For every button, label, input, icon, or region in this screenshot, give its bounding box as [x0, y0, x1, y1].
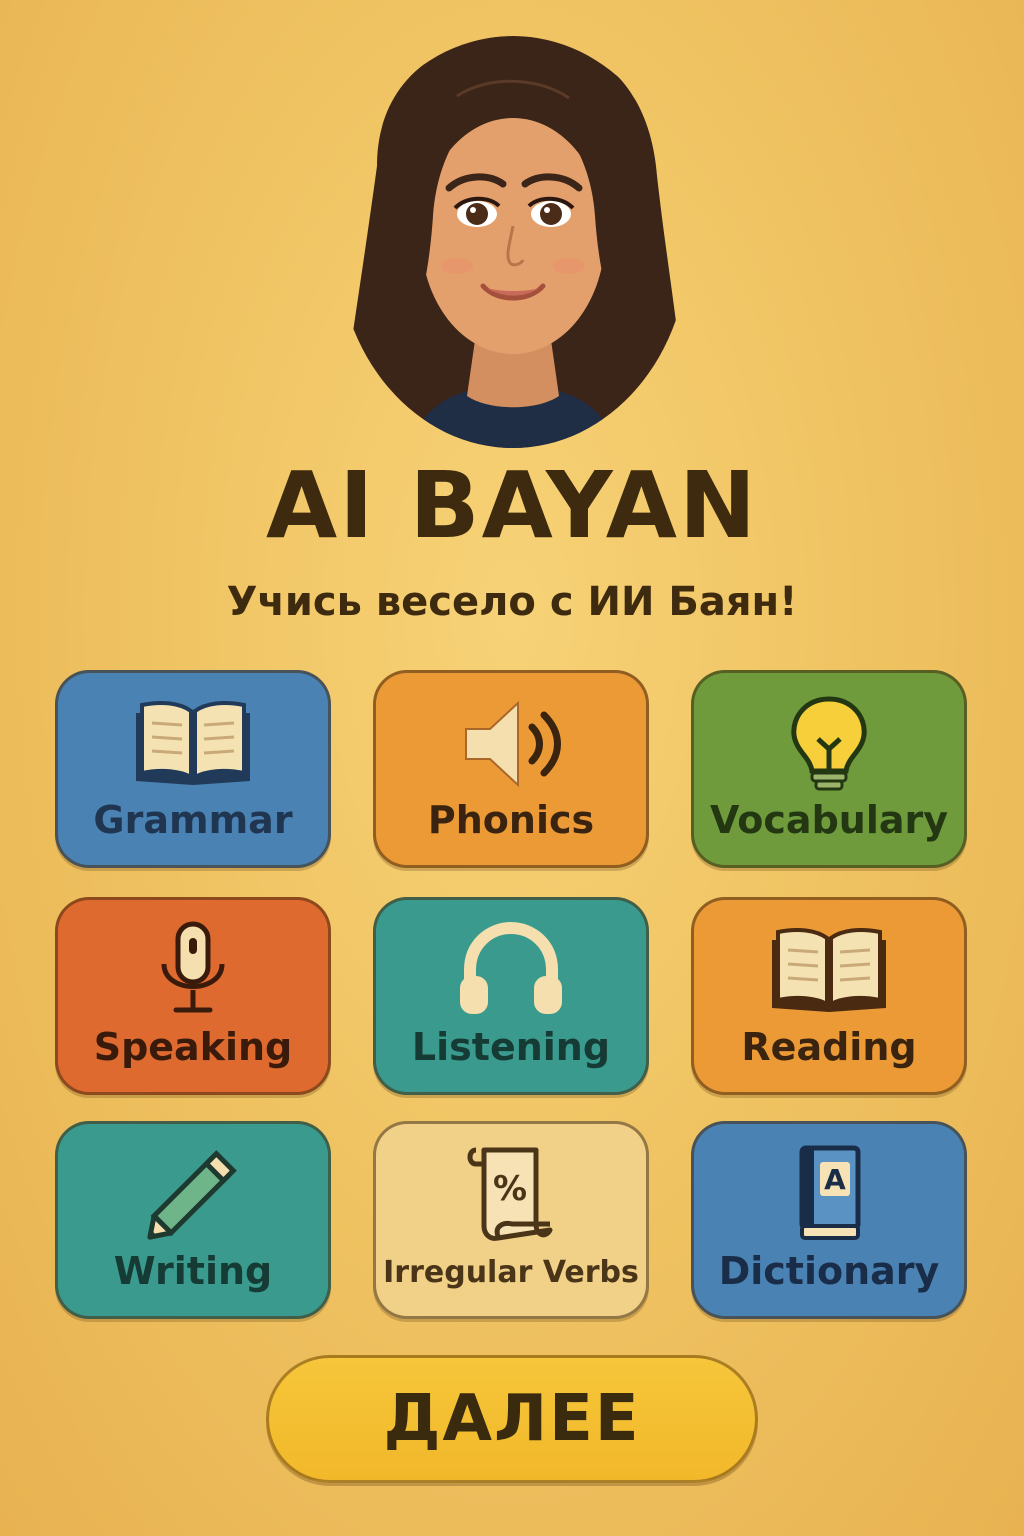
- open-book-icon: [764, 920, 894, 1020]
- tile-label: Phonics: [427, 798, 595, 842]
- tile-listening[interactable]: Listening: [373, 897, 649, 1095]
- tile-writing[interactable]: Writing: [55, 1121, 331, 1319]
- tile-grammar[interactable]: Grammar: [55, 670, 331, 868]
- tile-label: Irregular Verbs: [383, 1255, 639, 1290]
- tile-label: Listening: [411, 1025, 611, 1069]
- open-book-icon: [128, 693, 258, 793]
- lightbulb-icon: [764, 693, 894, 793]
- speaker-icon: [446, 693, 576, 793]
- app-title: AI BAYAN: [266, 452, 758, 559]
- app-screen: AI BAYAN Учись весело с ИИ Баян! Grammar: [0, 0, 1024, 1536]
- next-button[interactable]: ДАЛЕЕ: [266, 1355, 758, 1483]
- tile-irregular-verbs[interactable]: % Irregular Verbs: [373, 1121, 649, 1319]
- tile-label: Dictionary: [718, 1249, 940, 1293]
- tile-vocabulary[interactable]: Vocabulary: [691, 670, 967, 868]
- tile-reading[interactable]: Reading: [691, 897, 967, 1095]
- tile-phonics[interactable]: Phonics: [373, 670, 649, 868]
- tile-label: Reading: [741, 1025, 917, 1069]
- microphone-icon: [128, 920, 258, 1020]
- avatar: [337, 36, 689, 448]
- dictionary-book-icon: A: [764, 1144, 894, 1244]
- headphones-icon: [446, 920, 576, 1020]
- pencil-icon: [128, 1144, 258, 1244]
- scroll-percent-icon: %: [446, 1144, 576, 1244]
- scroll-symbol: %: [493, 1169, 527, 1209]
- tile-dictionary[interactable]: A Dictionary: [691, 1121, 967, 1319]
- tile-label: Writing: [113, 1249, 273, 1293]
- app-subtitle: Учись весело с ИИ Баян!: [226, 579, 798, 625]
- tile-label: Speaking: [93, 1025, 293, 1069]
- tile-label: Grammar: [93, 798, 293, 842]
- dictionary-letter: A: [824, 1163, 846, 1196]
- tile-speaking[interactable]: Speaking: [55, 897, 331, 1095]
- tile-label: Vocabulary: [709, 798, 949, 842]
